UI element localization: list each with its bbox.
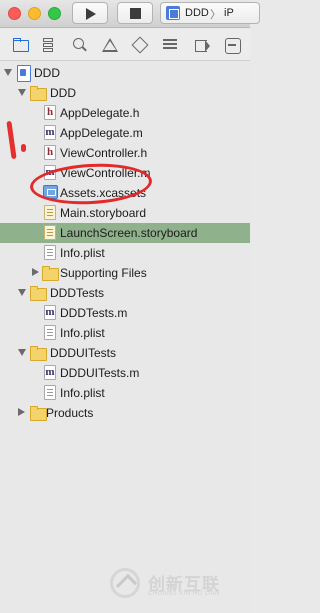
- tree-row-group-supporting-files[interactable]: Supporting Files: [0, 263, 250, 283]
- folder-icon: [42, 265, 59, 281]
- disclosure-triangle-icon[interactable]: [18, 289, 26, 296]
- app-target-icon: [166, 6, 180, 20]
- device-name[interactable]: iP: [224, 7, 234, 19]
- tree-row-file-selected[interactable]: LaunchScreen.storyboard: [0, 223, 250, 243]
- tree-row-file[interactable]: m DDDUITests.m: [0, 363, 250, 383]
- watermark: 创新互联 CHUANG XIN HU LIAN: [108, 564, 248, 604]
- file-name: ViewController.h: [60, 146, 148, 160]
- file-name: AppDelegate.m: [60, 126, 143, 140]
- asset-catalog-icon: [43, 185, 58, 199]
- minimize-window-button[interactable]: [28, 7, 41, 20]
- tree-row-file[interactable]: Info.plist: [0, 243, 250, 263]
- group-name: Supporting Files: [60, 266, 147, 280]
- file-name: Info.plist: [60, 326, 105, 340]
- folder-icon: [30, 405, 47, 421]
- watermark-subtext: CHUANG XIN HU LIAN: [148, 591, 221, 597]
- group-name: DDD: [50, 86, 76, 100]
- group-name: DDDUITests: [50, 346, 117, 360]
- file-name: LaunchScreen.storyboard: [60, 226, 198, 240]
- tree-row-file[interactable]: h AppDelegate.h: [0, 103, 250, 123]
- scheme-selector[interactable]: DDD 〉 iP: [160, 2, 260, 24]
- objc-source-file-icon: m: [44, 125, 56, 140]
- file-name: DDDUITests.m: [60, 366, 140, 380]
- folder-icon: [30, 285, 47, 301]
- header-file-icon: h: [44, 145, 56, 160]
- group-name: DDDTests: [50, 286, 105, 300]
- disclosure-triangle-icon[interactable]: [4, 69, 12, 76]
- objc-source-file-icon: m: [44, 365, 56, 380]
- folder-icon: [30, 345, 47, 361]
- tree-row-file[interactable]: m ViewController.m: [0, 163, 250, 183]
- run-button[interactable]: [72, 2, 108, 24]
- group-name: Products: [46, 406, 94, 420]
- plist-file-icon: [44, 325, 56, 340]
- breakpoint-icon[interactable]: [194, 37, 210, 53]
- zoom-window-button[interactable]: [48, 7, 61, 20]
- tree-row-project[interactable]: DDD: [0, 63, 250, 83]
- warning-icon[interactable]: [102, 37, 118, 53]
- plist-file-icon: [44, 385, 56, 400]
- disclosure-triangle-icon[interactable]: [18, 408, 25, 416]
- disclosure-triangle-icon[interactable]: [32, 268, 39, 276]
- test-icon[interactable]: [132, 37, 148, 53]
- file-name: Main.storyboard: [60, 206, 147, 220]
- header-file-icon: h: [44, 105, 56, 120]
- tree-row-file[interactable]: m AppDelegate.m: [0, 123, 250, 143]
- tree-row-file[interactable]: h ViewController.h: [0, 143, 250, 163]
- storyboard-file-icon: [44, 225, 56, 240]
- disclosure-triangle-icon[interactable]: [18, 349, 26, 356]
- file-name: Info.plist: [60, 246, 105, 260]
- tree-row-file[interactable]: Info.plist: [0, 323, 250, 343]
- tree-row-group-uitests[interactable]: DDDUITests: [0, 343, 250, 363]
- project-name: DDD: [34, 66, 60, 80]
- report-icon[interactable]: [224, 37, 241, 54]
- debug-icon[interactable]: [162, 37, 178, 53]
- search-icon[interactable]: [72, 37, 88, 53]
- file-name: ViewController.m: [60, 166, 151, 180]
- file-name: DDDTests.m: [60, 306, 128, 320]
- window-toolbar: DDD 〉 iP: [0, 0, 260, 28]
- tree-row-group-tests[interactable]: DDDTests: [0, 283, 250, 303]
- scheme-name: DDD: [185, 7, 209, 19]
- tree-row-group-products[interactable]: Products: [0, 403, 250, 423]
- file-name: Assets.xcassets: [60, 186, 147, 200]
- project-navigator: DDD DDD h AppDelegate.h m AppDelegate.m …: [0, 61, 250, 613]
- project-file-icon: [16, 65, 31, 82]
- folder-icon[interactable]: [12, 37, 29, 53]
- objc-source-file-icon: m: [44, 305, 56, 320]
- folder-icon: [30, 85, 47, 101]
- file-name: AppDelegate.h: [60, 106, 140, 120]
- symbol-icon[interactable]: [40, 37, 56, 53]
- objc-source-file-icon: m: [44, 165, 56, 180]
- navigator-selector-bar: [0, 29, 250, 61]
- stop-button[interactable]: [117, 2, 153, 24]
- tree-row-file[interactable]: Assets.xcassets: [0, 183, 250, 203]
- tree-row-file[interactable]: Main.storyboard: [0, 203, 250, 223]
- watermark-logo-icon: [110, 568, 140, 598]
- play-icon: [86, 8, 96, 20]
- tree-row-group-ddd[interactable]: DDD: [0, 83, 250, 103]
- file-name: Info.plist: [60, 386, 105, 400]
- disclosure-triangle-icon[interactable]: [18, 89, 26, 96]
- scheme-separator: 〉: [210, 9, 221, 21]
- tree-row-file[interactable]: Info.plist: [0, 383, 250, 403]
- storyboard-file-icon: [44, 205, 56, 220]
- plist-file-icon: [44, 245, 56, 260]
- close-window-button[interactable]: [8, 7, 21, 20]
- tree-row-file[interactable]: m DDDTests.m: [0, 303, 250, 323]
- stop-icon: [130, 8, 141, 19]
